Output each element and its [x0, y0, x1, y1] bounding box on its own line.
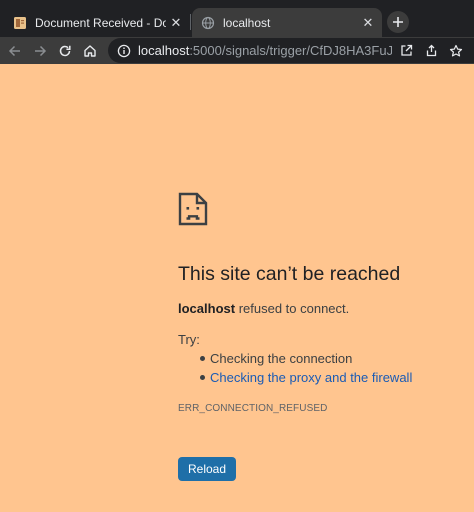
arrow-right-icon: [35, 45, 47, 57]
sad-document-icon: [178, 192, 208, 226]
reload-button[interactable]: Reload: [178, 457, 236, 481]
close-icon[interactable]: ✕: [166, 13, 186, 33]
try-label: Try:: [178, 332, 200, 347]
plus-icon: [393, 17, 403, 27]
open-in-app-icon[interactable]: [395, 40, 417, 62]
tab-localhost[interactable]: localhost ✕: [192, 8, 382, 37]
home-button[interactable]: [79, 40, 101, 62]
suggestion-check-proxy-link[interactable]: Checking the proxy and the firewall: [199, 370, 412, 385]
reload-toolbar-button[interactable]: [54, 40, 76, 62]
refresh-icon: [59, 45, 71, 57]
tab-document-received[interactable]: Document Received - Documents ✕: [4, 8, 190, 37]
tab-title: Document Received - Documents: [35, 15, 166, 30]
home-icon: [84, 45, 96, 57]
error-description-text: refused to connect.: [235, 301, 350, 316]
error-description: localhost refused to connect.: [178, 301, 349, 316]
back-button[interactable]: [4, 40, 26, 62]
url-host: localhost: [138, 43, 190, 58]
new-tab-button[interactable]: [387, 11, 409, 33]
error-code: ERR_CONNECTION_REFUSED: [178, 403, 328, 414]
error-page: This site can’t be reached localhost ref…: [0, 64, 474, 512]
url-text[interactable]: localhost:5000/signals/trigger/CfDJ8HA3F…: [138, 43, 392, 58]
tab-title: localhost: [223, 15, 271, 30]
document-tab-icon: [13, 16, 27, 30]
share-icon[interactable]: [420, 40, 442, 62]
suggestion-check-connection: Checking the connection: [199, 351, 353, 366]
star-icon[interactable]: [445, 40, 467, 62]
error-heading: This site can’t be reached: [178, 263, 401, 285]
arrow-left-icon: [8, 45, 20, 57]
info-icon[interactable]: [116, 43, 132, 59]
close-icon[interactable]: ✕: [358, 13, 378, 33]
forward-button[interactable]: [29, 40, 51, 62]
globe-icon: [201, 16, 215, 30]
address-bar[interactable]: localhost:5000/signals/trigger/CfDJ8HA3F…: [108, 38, 474, 63]
tab-separator: [190, 14, 191, 30]
url-path: :5000/signals/trigger/CfDJ8HA3FuJeWplC..…: [189, 43, 392, 58]
browser-toolbar: localhost:5000/signals/trigger/CfDJ8HA3F…: [0, 37, 474, 64]
error-host: localhost: [178, 301, 236, 316]
tab-strip: Document Received - Documents ✕ localhos…: [0, 0, 474, 37]
